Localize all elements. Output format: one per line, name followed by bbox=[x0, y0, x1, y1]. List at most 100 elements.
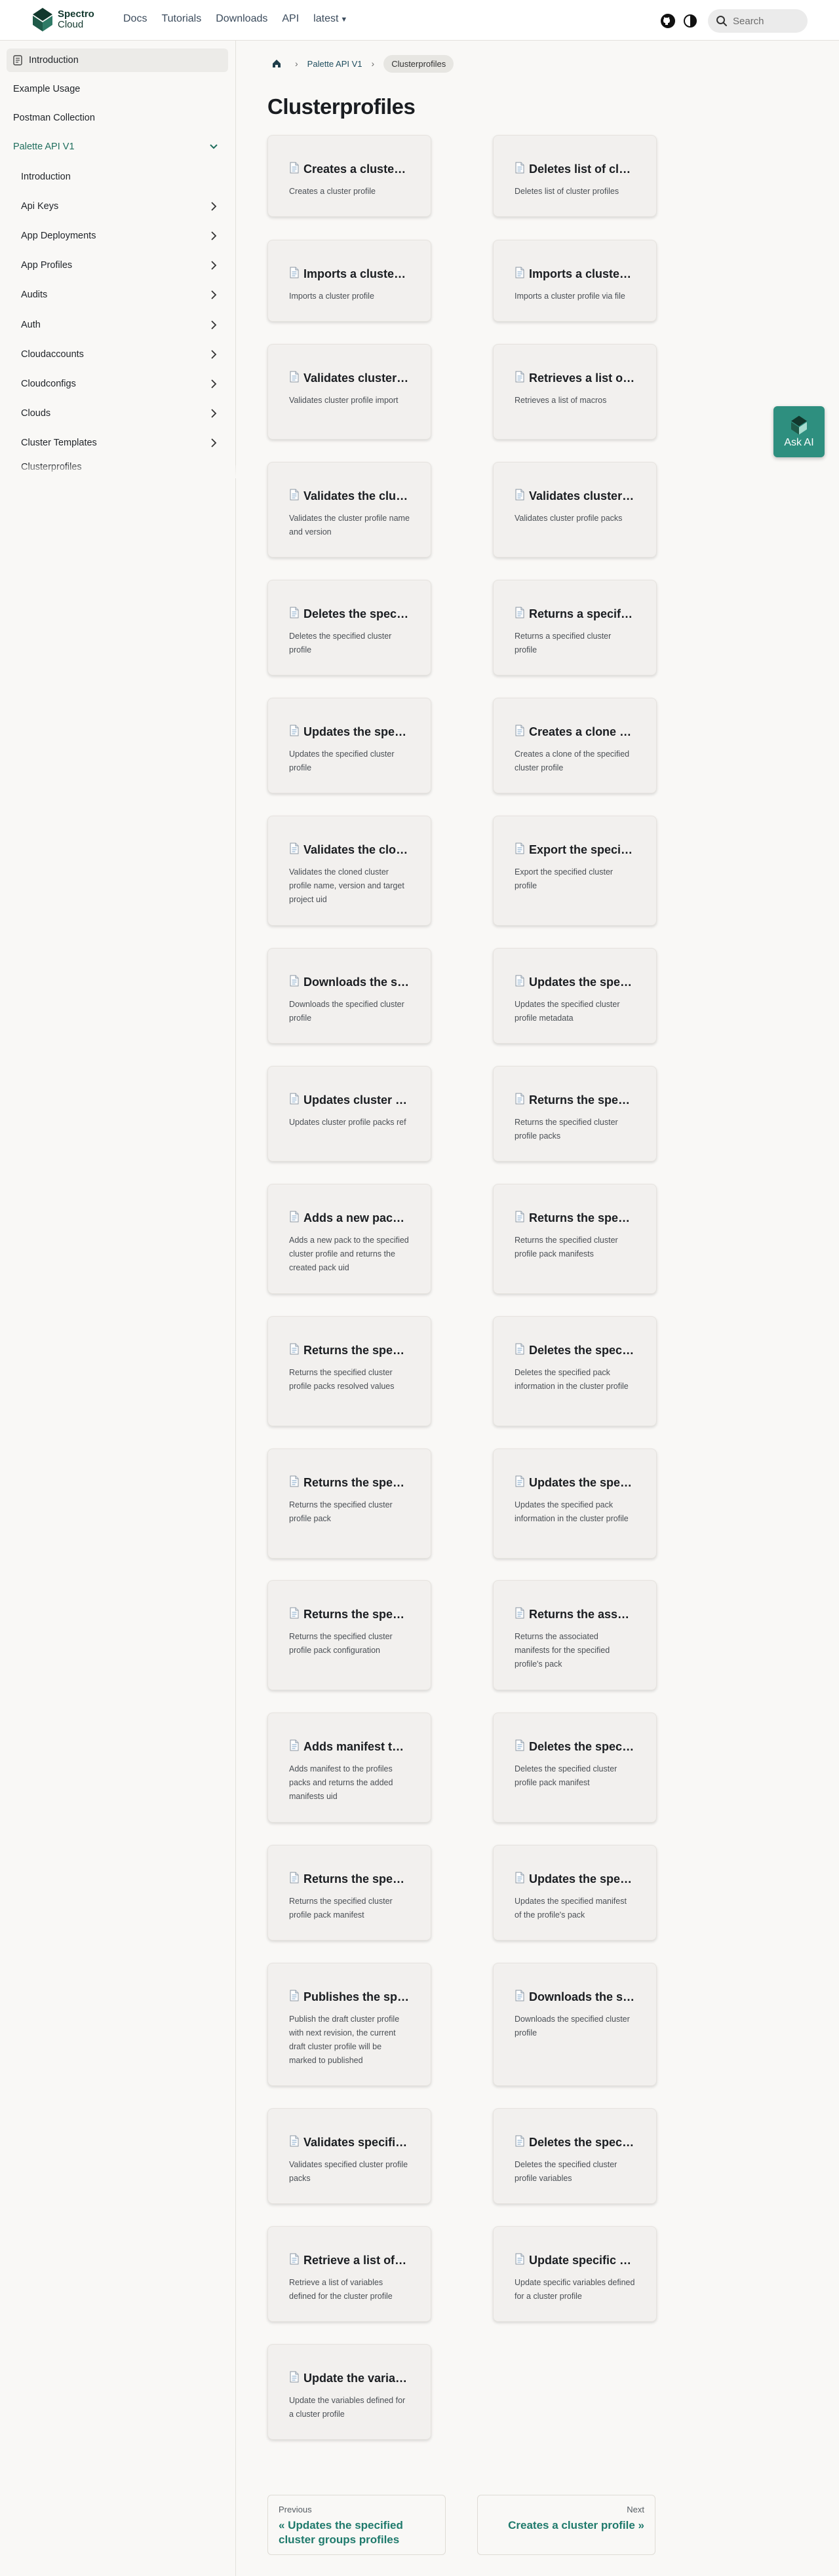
endpoint-card[interactable]: Updates cluster profile packs ref Updates… bbox=[267, 1066, 431, 1162]
pagination-previous[interactable]: Previous « Updates the specified cluster… bbox=[267, 2495, 446, 2555]
breadcrumb-home[interactable] bbox=[267, 54, 286, 73]
endpoint-card[interactable]: Returns the specified cluster profile pa… bbox=[267, 1845, 431, 1941]
pagination-next[interactable]: Next Creates a cluster profile » bbox=[477, 2495, 655, 2555]
endpoint-card-title: Updates the specified cluster profile me… bbox=[515, 975, 635, 990]
endpoint-card-title: Returns the specified cluster profile pa… bbox=[289, 1607, 410, 1622]
endpoint-card-description: Publish the draft cluster profile with n… bbox=[289, 2015, 400, 2065]
search-box[interactable]: Search bbox=[708, 9, 808, 33]
endpoint-card-title-text: Returns the specified cluster profile pa… bbox=[303, 1476, 410, 1489]
endpoint-card-description: Downloads the specified cluster profile bbox=[515, 2015, 630, 2037]
sidebar-item-clouds[interactable]: Clouds bbox=[14, 402, 228, 425]
endpoint-card[interactable]: Adds a new pack to the specified cluster… bbox=[267, 1184, 431, 1294]
endpoint-card-title-text: Export the specified cluster profile bbox=[529, 843, 635, 856]
endpoint-card-description: Returns the specified cluster profile pa… bbox=[289, 1500, 393, 1523]
endpoint-card-title: Retrieve a list of variables bbox=[289, 2253, 410, 2268]
version-dropdown[interactable]: latest ▼ bbox=[313, 13, 347, 25]
nav-link-docs[interactable]: Docs bbox=[123, 13, 147, 25]
endpoint-card[interactable]: Publishes the specified cluster profile P… bbox=[267, 1963, 431, 2086]
endpoint-card[interactable]: Updates the specified cluster profile Upd… bbox=[267, 698, 431, 793]
sidebar-item-introduction[interactable]: Introduction bbox=[7, 48, 228, 72]
endpoint-card[interactable]: Deletes the specified cluster profile va… bbox=[493, 2108, 657, 2204]
endpoint-card[interactable]: Downloads the specified cluster profile D… bbox=[493, 1963, 657, 2086]
endpoint-card[interactable]: Creates a clone of the specified cluster… bbox=[493, 698, 657, 793]
github-button[interactable] bbox=[659, 12, 676, 29]
endpoint-card[interactable]: Deletes list of cluster profiles Deletes … bbox=[493, 135, 657, 217]
nav-link-api[interactable]: API bbox=[282, 13, 299, 25]
endpoint-card[interactable]: Update specific variables Update specific… bbox=[493, 2226, 657, 2322]
endpoint-card-title: Creates a clone of the specified cluster… bbox=[515, 725, 635, 740]
endpoint-card[interactable]: Updates the specified manifest Updates th… bbox=[493, 1845, 657, 1941]
endpoint-card[interactable]: Updates the specified cluster profile me… bbox=[493, 948, 657, 1044]
endpoint-card[interactable]: Validates cluster profile import Validate… bbox=[267, 344, 431, 440]
endpoint-card-description: Validates specified cluster profile pack… bbox=[289, 2160, 408, 2183]
ask-ai-button[interactable]: Ask AI bbox=[773, 406, 825, 457]
sidebar-item-app-deployments[interactable]: App Deployments bbox=[14, 224, 228, 248]
endpoint-card-title: Deletes the specified cluster profile va… bbox=[515, 2135, 635, 2150]
endpoint-card[interactable]: Deletes the specified cluster profile pa… bbox=[493, 1713, 657, 1823]
endpoint-card-description: Retrieves a list of macros bbox=[515, 396, 607, 405]
nav-link-tutorials[interactable]: Tutorials bbox=[161, 13, 201, 25]
endpoint-card[interactable]: Retrieve a list of variables Retrieve a l… bbox=[267, 2226, 431, 2322]
endpoint-card[interactable]: Returns the associated manifests Returns … bbox=[493, 1580, 657, 1690]
endpoint-card[interactable]: Validates specified cluster profile pack… bbox=[267, 2108, 431, 2204]
sidebar-item-label: Example Usage bbox=[13, 84, 81, 94]
endpoint-card-description: Validates the cluster profile name and v… bbox=[289, 514, 410, 537]
endpoint-card[interactable]: Imports a cluster profile via file Import… bbox=[493, 240, 657, 322]
endpoint-card[interactable]: Returns the specified cluster profile pa… bbox=[493, 1066, 657, 1162]
sidebar-item-audits[interactable]: Audits bbox=[14, 283, 228, 307]
endpoint-card-description: Downloads the specified cluster profile bbox=[289, 1000, 404, 1023]
sidebar-item-auth[interactable]: Auth bbox=[14, 313, 228, 337]
endpoint-card-title: Updates the specified cluster profile bbox=[289, 725, 410, 740]
chevron-right-icon bbox=[211, 202, 217, 211]
search-placeholder: Search bbox=[733, 15, 764, 27]
sidebar-item-postman-collection[interactable]: Postman Collection bbox=[7, 106, 228, 130]
pagination-previous-title: « Updates the specified cluster groups p… bbox=[279, 2519, 403, 2546]
endpoint-card[interactable]: Returns a specified cluster profile Retur… bbox=[493, 580, 657, 675]
breadcrumb-palette-api-v1[interactable]: Palette API V1 bbox=[307, 59, 362, 69]
endpoint-card[interactable]: Returns the specified cluster profile pa… bbox=[267, 1580, 431, 1690]
endpoint-card[interactable]: Adds manifest to the profiles packs Adds … bbox=[267, 1713, 431, 1823]
endpoint-card[interactable]: Retrieves a list of macros Retrieves a li… bbox=[493, 344, 657, 440]
endpoint-card-title-text: Deletes the specified cluster profile va… bbox=[529, 2136, 635, 2149]
endpoint-card-description: Update the variables defined for a clust… bbox=[289, 2396, 406, 2419]
endpoint-card-title-text: Returns the specified cluster profile pa… bbox=[303, 1608, 410, 1621]
endpoint-card[interactable]: Deletes the specified cluster profile Del… bbox=[267, 580, 431, 675]
endpoint-card[interactable]: Creates a cluster profile Creates a clust… bbox=[267, 135, 431, 217]
endpoint-card[interactable]: Validates cluster profile packs Validates… bbox=[493, 462, 657, 558]
sidebar-item-cloudconfigs[interactable]: Cloudconfigs bbox=[14, 372, 228, 396]
endpoint-card[interactable]: Export the specified cluster profile Expo… bbox=[493, 816, 657, 926]
endpoint-card-title-text: Creates a clone of the specified cluster… bbox=[529, 725, 635, 738]
endpoint-card[interactable]: Returns the specified cluster profile pa… bbox=[493, 1184, 657, 1294]
endpoint-card[interactable]: Imports a cluster profile Imports a clust… bbox=[267, 240, 431, 322]
endpoint-card[interactable]: Returns the specified cluster profile pa… bbox=[267, 1316, 431, 1426]
sidebar-item-cluster-templates[interactable]: Cluster Templates bbox=[14, 431, 228, 455]
document-icon bbox=[515, 371, 525, 386]
sidebar-item-api-keys[interactable]: Api Keys bbox=[14, 195, 228, 218]
endpoint-card[interactable]: Deletes the specified pack information De… bbox=[493, 1316, 657, 1426]
version-label: latest bbox=[313, 13, 339, 24]
endpoint-card-title: Update specific variables bbox=[515, 2253, 635, 2268]
endpoint-card-title: Downloads the specified cluster profile bbox=[289, 975, 410, 990]
endpoint-card-description: Deletes the specified cluster profile bbox=[289, 632, 392, 654]
sidebar-item-introduction-v1[interactable]: Introduction bbox=[14, 165, 228, 189]
sidebar-item-example-usage[interactable]: Example Usage bbox=[7, 77, 228, 101]
endpoint-card-description: Updates the specified cluster profile me… bbox=[515, 1000, 620, 1023]
endpoint-card[interactable]: Validates the cluster profile name and v… bbox=[267, 462, 431, 558]
endpoint-card-title: Update the variables defined bbox=[289, 2371, 410, 2386]
endpoint-card[interactable]: Update the variables defined Update the v… bbox=[267, 2344, 431, 2440]
sidebar-item-app-profiles[interactable]: App Profiles bbox=[14, 254, 228, 277]
brand-logo[interactable]: Spectro Cloud bbox=[31, 7, 94, 33]
sidebar-item-cloudaccounts[interactable]: Cloudaccounts bbox=[14, 343, 228, 366]
endpoint-card-description: Returns the specified cluster profile pa… bbox=[289, 1632, 393, 1655]
endpoint-card[interactable]: Validates the cloned cluster profile Vali… bbox=[267, 816, 431, 926]
endpoint-card[interactable]: Downloads the specified cluster profile D… bbox=[267, 948, 431, 1044]
endpoint-card[interactable]: Updates the specified pack information Up… bbox=[493, 1449, 657, 1559]
theme-toggle-button[interactable] bbox=[682, 12, 699, 29]
sidebar-item-label: Cloudaccounts bbox=[21, 349, 84, 360]
nav-link-downloads[interactable]: Downloads bbox=[216, 13, 267, 25]
endpoint-card-title-text: Retrieve a list of variables bbox=[303, 2254, 410, 2267]
document-icon bbox=[515, 1990, 525, 2005]
page-icon bbox=[13, 55, 22, 66]
sidebar-item-palette-api-v1[interactable]: Palette API V1 bbox=[7, 135, 228, 159]
endpoint-card[interactable]: Returns the specified cluster profile pa… bbox=[267, 1449, 431, 1559]
